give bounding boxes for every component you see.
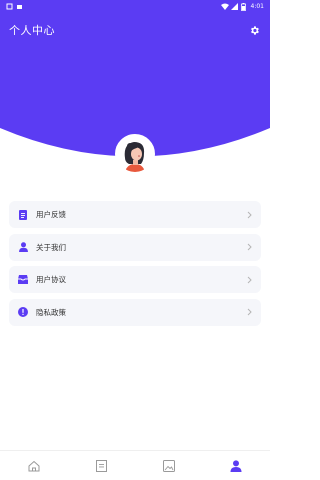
person-icon bbox=[230, 459, 242, 472]
menu-item-label: 用户反馈 bbox=[36, 210, 66, 219]
battery-icon bbox=[240, 2, 248, 11]
menu-item-label: 隐私政策 bbox=[36, 307, 66, 317]
signal-icon bbox=[230, 2, 238, 10]
home-icon bbox=[28, 460, 40, 471]
notification-icon bbox=[6, 3, 13, 10]
chevron-right-icon bbox=[245, 211, 253, 219]
avatar-illustration bbox=[117, 136, 153, 172]
settings-button[interactable] bbox=[247, 23, 261, 37]
bottom-tab-bar bbox=[0, 450, 270, 480]
person-icon bbox=[18, 242, 28, 252]
alert-icon bbox=[18, 307, 28, 317]
menu-item-about[interactable]: 关于我们 bbox=[9, 233, 261, 261]
chevron-right-icon bbox=[245, 276, 253, 284]
chevron-right-icon bbox=[245, 243, 253, 251]
inbox-icon bbox=[18, 275, 28, 285]
tab-notes[interactable] bbox=[86, 451, 116, 480]
page-title: 个人中心 bbox=[9, 24, 55, 37]
tab-gallery[interactable] bbox=[154, 451, 184, 480]
gear-icon bbox=[250, 25, 259, 35]
note-icon bbox=[95, 459, 107, 472]
menu-item-agreement[interactable]: 用户协议 bbox=[9, 266, 261, 293]
document-icon bbox=[18, 209, 28, 220]
menu-item-label: 关于我们 bbox=[36, 242, 66, 252]
avatar[interactable] bbox=[115, 134, 155, 174]
tab-home[interactable] bbox=[19, 451, 49, 480]
status-time: 4:01 bbox=[250, 2, 264, 10]
image-icon bbox=[162, 459, 175, 472]
status-bar: 4:01 bbox=[0, 0, 270, 12]
wifi-icon bbox=[220, 3, 229, 10]
chevron-right-icon bbox=[245, 308, 253, 316]
menu-item-privacy[interactable]: 隐私政策 bbox=[9, 298, 261, 326]
menu-list: 用户反馈 关于我们 用户协议 隐私政策 bbox=[9, 201, 261, 331]
menu-item-label: 用户协议 bbox=[36, 275, 66, 284]
app-notification-icon bbox=[16, 3, 23, 10]
tab-profile[interactable] bbox=[221, 451, 251, 480]
title-row: 个人中心 bbox=[0, 19, 270, 41]
menu-item-feedback[interactable]: 用户反馈 bbox=[9, 201, 261, 228]
